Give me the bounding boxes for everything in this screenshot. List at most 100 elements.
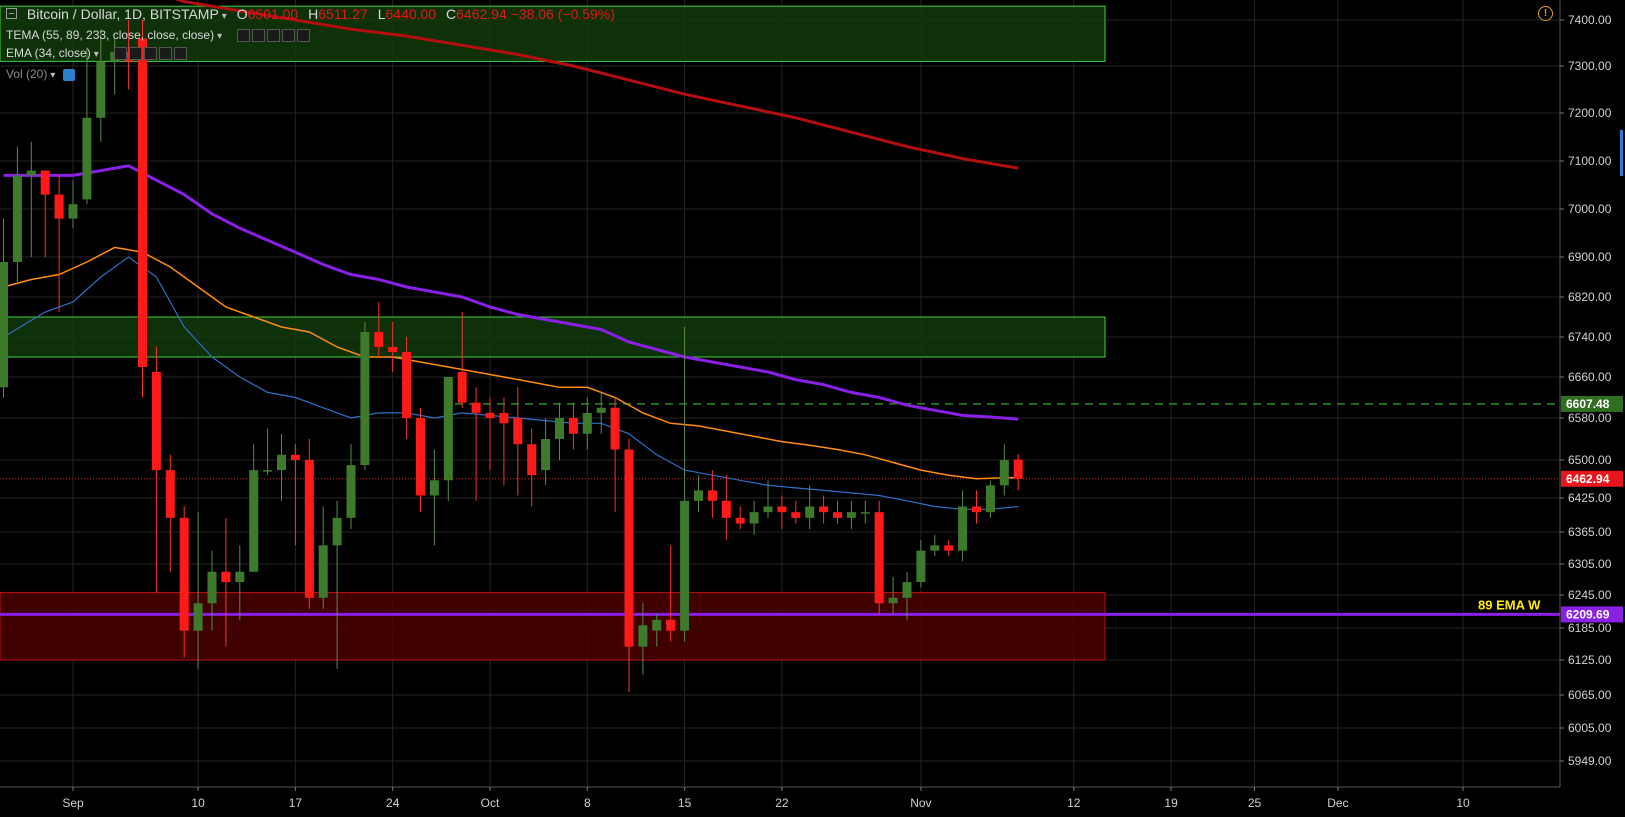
time-tick-label: 15 [678, 796, 692, 810]
candle-body [96, 61, 106, 118]
price-tick-label: 6245.00 [1568, 588, 1612, 602]
candle-body [777, 506, 787, 513]
price-tick-label: 6660.00 [1568, 370, 1612, 384]
visibility-icon[interactable] [267, 29, 281, 43]
price-tick-label: 6365.00 [1568, 525, 1612, 539]
time-tick-label: 10 [1456, 796, 1470, 810]
price-tick-label: 6425.00 [1568, 491, 1612, 505]
price-tick-label: 7100.00 [1568, 154, 1612, 168]
plus-icon[interactable] [282, 29, 296, 43]
alert-icon[interactable]: ! [1538, 6, 1553, 21]
candle [304, 439, 314, 609]
candle-body [819, 506, 829, 513]
candle-body [763, 506, 773, 513]
price-tick-label: 6305.00 [1568, 557, 1612, 571]
collapse-icon[interactable] [6, 8, 17, 19]
candle-body [193, 603, 203, 631]
candle-body [749, 512, 759, 524]
candle-body [457, 372, 467, 403]
candle-body [263, 470, 273, 472]
candle [860, 500, 870, 524]
price-tick-label: 6820.00 [1568, 290, 1612, 304]
ema-label[interactable]: EMA (34, close) [6, 46, 91, 60]
price-tick-label: 6125.00 [1568, 653, 1612, 667]
candle [568, 402, 578, 450]
candle-body [304, 460, 314, 598]
candle [944, 540, 954, 556]
time-tick-label: 19 [1164, 796, 1178, 810]
tema-label[interactable]: TEMA (55, 89, 233, close, close, close) [6, 28, 214, 42]
tema-legend[interactable]: TEMA (55, 89, 233, close, close, close) ▾ [6, 28, 311, 43]
candle [318, 506, 328, 609]
price-tick-label: 6900.00 [1568, 250, 1612, 264]
ohlc-open-label: O [236, 6, 248, 22]
candle-body [277, 454, 286, 471]
candle-body [999, 460, 1009, 486]
ema-legend[interactable]: EMA (34, close) ▾ [6, 46, 188, 61]
candle [527, 428, 537, 507]
candle-body [958, 506, 968, 551]
chevron-down-icon[interactable]: ▾ [222, 11, 227, 22]
chevron-down-icon[interactable]: ▾ [50, 70, 55, 81]
visibility-icon[interactable] [144, 47, 158, 61]
candle-body [694, 490, 703, 501]
plus-icon[interactable] [159, 47, 173, 61]
candle [263, 428, 273, 476]
candle-body [26, 170, 36, 176]
candle [791, 500, 801, 524]
candle [721, 475, 731, 540]
candle-body [624, 449, 634, 647]
candle [68, 180, 78, 229]
price-tick-label: 6500.00 [1568, 453, 1612, 467]
candle [694, 475, 703, 513]
ohlc-close-value: 6462.94 [456, 6, 507, 22]
candle-body [596, 407, 606, 413]
gear-icon[interactable] [129, 47, 143, 61]
time-tick-label: 10 [191, 796, 205, 810]
time-tick-label: 25 [1248, 796, 1262, 810]
candle-body [805, 506, 815, 518]
ohlc-low-label: L [377, 6, 386, 22]
candle-body [346, 465, 356, 518]
candle [499, 397, 509, 486]
candle-body [360, 332, 370, 466]
price-tick-label: 6185.00 [1568, 621, 1612, 635]
candle-body [944, 545, 954, 551]
candle [26, 141, 36, 257]
chevron-down-icon[interactable]: ▾ [94, 49, 99, 60]
volume-label[interactable]: Vol (20) [6, 67, 47, 81]
level-price-tag: 6607.48 [1566, 397, 1610, 411]
gear-icon[interactable] [252, 29, 266, 43]
candle-body [846, 512, 856, 518]
chevron-down-icon[interactable]: ▾ [217, 31, 222, 42]
candle-body [888, 597, 898, 604]
candle [735, 506, 745, 530]
candle-body [374, 332, 384, 347]
candle-body [165, 470, 175, 518]
ema89-price-tag: 6209.69 [1566, 607, 1610, 621]
time-tick-label: 8 [584, 796, 591, 810]
candle-body [332, 517, 342, 546]
settings-icon[interactable] [114, 47, 128, 61]
settings-icon[interactable] [237, 29, 251, 43]
candle-body [402, 352, 412, 418]
candle [930, 534, 940, 556]
candle [0, 218, 8, 398]
close-icon[interactable] [297, 29, 311, 43]
volume-legend[interactable]: Vol (20) ▾ [6, 67, 75, 81]
candle [985, 480, 995, 518]
eye-icon[interactable] [62, 68, 75, 81]
candle [805, 485, 815, 530]
price-tick-label: 7200.00 [1568, 106, 1612, 120]
ohlc-open-value: 6501.00 [247, 6, 299, 22]
candle [1013, 454, 1023, 491]
candle-body [791, 512, 801, 518]
candle [249, 444, 259, 572]
candle-body [416, 418, 425, 496]
close-icon[interactable] [174, 47, 188, 61]
price-chart[interactable]: 7400.00 7300.00 7200.00 7100.00 7000.00 6900.… [0, 0, 1625, 817]
candle-body [833, 512, 842, 518]
candle-body [582, 412, 592, 434]
symbol-title[interactable]: Bitcoin / Dollar, 1D, BITSTAMP [27, 6, 219, 22]
candle [416, 407, 425, 513]
